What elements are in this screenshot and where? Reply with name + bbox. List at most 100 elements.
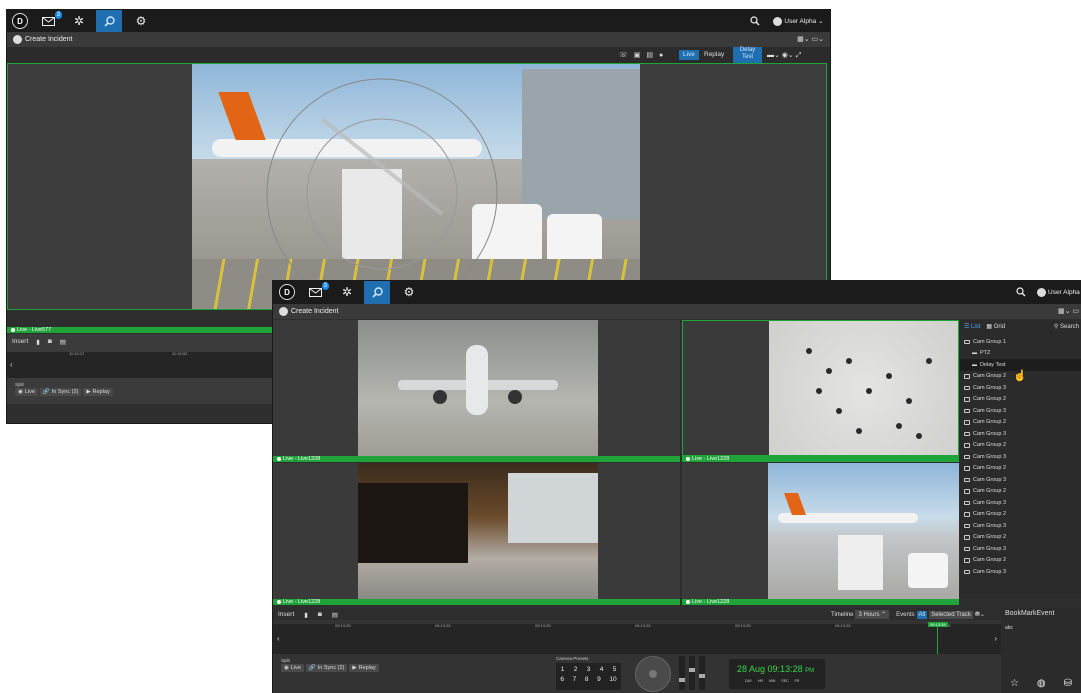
- incident-icon[interactable]: ◍: [1037, 678, 1046, 689]
- cam-group-item[interactable]: Cam Group 2: [960, 555, 1081, 567]
- camera-icon: ▬: [972, 361, 977, 368]
- cam-group-item[interactable]: Cam Group 3: [960, 382, 1081, 394]
- joystick-knob[interactable]: [649, 670, 657, 678]
- preset-button[interactable]: 1: [561, 666, 565, 673]
- focus-slider[interactable]: [689, 656, 695, 690]
- create-incident-button[interactable]: Create Incident: [13, 35, 72, 44]
- bookmark-icon[interactable]: ▮: [304, 611, 308, 619]
- timeline-prev-icon[interactable]: ‹: [10, 360, 13, 369]
- preset-button[interactable]: 10: [609, 676, 616, 683]
- cam-group-item[interactable]: Cam Group 2: [960, 417, 1081, 429]
- preset-button[interactable]: 5: [613, 666, 617, 673]
- video-tile-1[interactable]: [273, 320, 680, 456]
- preset-button[interactable]: 7: [573, 676, 577, 683]
- cam-group-item[interactable]: Cam Group 3: [960, 405, 1081, 417]
- live-tab[interactable]: Live: [679, 50, 699, 60]
- replay-toggle[interactable]: ▶ Replay: [349, 664, 379, 672]
- create-incident-button[interactable]: Create Incident: [279, 307, 338, 316]
- list-tab[interactable]: ☰ List: [964, 323, 980, 330]
- cam-group-item[interactable]: Cam Group 2: [960, 440, 1081, 452]
- search-tab-icon[interactable]: [96, 10, 122, 32]
- cam-group-item[interactable]: Cam Group 3: [960, 497, 1081, 509]
- folder-icon: [964, 535, 970, 540]
- track-menu-icon[interactable]: ⛃⌄: [975, 611, 985, 618]
- ptz-joystick[interactable]: [635, 656, 671, 692]
- cam-group-item[interactable]: Cam Group 1: [960, 336, 1081, 348]
- timeline-track[interactable]: ‹ 11:10:17 11:15:02: [7, 351, 273, 378]
- cam-group-item[interactable]: Cam Group 2: [960, 394, 1081, 406]
- zoom-slider[interactable]: [679, 656, 685, 690]
- timeline-prev-icon[interactable]: ‹: [277, 634, 280, 643]
- in-sync-toggle[interactable]: 🔗 In Sync (2): [39, 388, 82, 396]
- gears-icon[interactable]: ⚙: [133, 13, 149, 29]
- camera-icon[interactable]: ◙: [318, 611, 322, 619]
- live-toggle[interactable]: ◉ Live: [281, 664, 304, 672]
- export-icon[interactable]: ▤: [60, 338, 66, 346]
- database-icon[interactable]: ⛁: [1064, 678, 1072, 689]
- preset-button[interactable]: 8: [585, 676, 589, 683]
- replay-toggle[interactable]: ▶ Replay: [83, 388, 113, 396]
- timeline-next-icon[interactable]: ›: [994, 634, 997, 643]
- iris-slider[interactable]: [699, 656, 705, 690]
- network-icon[interactable]: ✲: [71, 13, 87, 29]
- user-avatar-icon: [1037, 287, 1046, 297]
- tile-actions[interactable]: ☏▣▤●: [619, 51, 669, 59]
- search-icon[interactable]: [1014, 284, 1028, 300]
- folder-icon: [964, 408, 970, 413]
- gears-icon[interactable]: ⚙: [401, 284, 417, 300]
- camera-item[interactable]: ▬ PTZ: [960, 348, 1081, 360]
- timeline-range-select[interactable]: 3 Hours ⌃: [855, 610, 890, 619]
- bookmark-icon[interactable]: ▮: [36, 338, 40, 346]
- view-options[interactable]: ▬⌄ ◉⌄ ⤢: [767, 51, 801, 60]
- cam-group-item[interactable]: Cam Group 2: [960, 509, 1081, 521]
- events-all-button[interactable]: All: [916, 610, 928, 619]
- delay-test-tab[interactable]: Delay Test: [733, 47, 762, 63]
- cam-group-item[interactable]: Cam Group 3: [960, 428, 1081, 440]
- cam-group-item[interactable]: Cam Group 3: [960, 451, 1081, 463]
- folder-icon: [964, 512, 970, 517]
- export-icon[interactable]: ▤: [332, 611, 338, 619]
- app-logo[interactable]: D: [12, 13, 28, 29]
- in-sync-toggle[interactable]: 🔗 In Sync (2): [305, 664, 348, 672]
- playhead[interactable]: [937, 624, 938, 654]
- insert-button[interactable]: Insert: [12, 338, 28, 346]
- main-video-area[interactable]: [7, 63, 827, 310]
- panel-search[interactable]: ⚲ Search: [1054, 323, 1079, 330]
- preset-button[interactable]: 4: [600, 666, 604, 673]
- preset-button[interactable]: 2: [574, 666, 578, 673]
- video-tile-2[interactable]: [682, 320, 959, 456]
- cam-group-item[interactable]: Cam Group 3: [960, 520, 1081, 532]
- search-tab-icon[interactable]: [364, 281, 390, 304]
- layout-controls[interactable]: ▦⌄ ▭⌄: [797, 35, 824, 43]
- video-tile-4[interactable]: [682, 463, 959, 599]
- star-icon[interactable]: ☆: [1010, 678, 1019, 689]
- camera-icon[interactable]: ◙: [48, 338, 52, 346]
- search-icon[interactable]: [748, 13, 762, 29]
- item-label: Cam Group 2: [973, 511, 1007, 518]
- cam-group-item[interactable]: Cam Group 2: [960, 463, 1081, 475]
- layout-controls[interactable]: ▦⌄ ▭: [1058, 307, 1079, 315]
- selected-track-button[interactable]: Selected Track: [929, 610, 973, 619]
- cam-group-item[interactable]: Cam Group 3: [960, 566, 1081, 578]
- cam-group-item[interactable]: Cam Group 3: [960, 543, 1081, 555]
- cam-group-item[interactable]: Cam Group 2: [960, 532, 1081, 544]
- network-icon[interactable]: ✲: [339, 284, 355, 300]
- cam-group-item[interactable]: Cam Group 3: [960, 474, 1081, 486]
- user-menu[interactable]: User Alpha: [1037, 284, 1081, 300]
- app-logo[interactable]: D: [279, 284, 295, 300]
- video-tile-3[interactable]: [273, 463, 680, 599]
- folder-icon: [964, 500, 970, 505]
- replay-tab[interactable]: Replay: [701, 50, 727, 60]
- insert-button[interactable]: Insert: [278, 611, 294, 619]
- item-label: Cam Group 3: [973, 407, 1007, 414]
- preset-button[interactable]: 3: [587, 666, 591, 673]
- messages-icon[interactable]: 3: [40, 11, 62, 29]
- live-toggle[interactable]: ◉ Live: [15, 388, 38, 396]
- messages-icon[interactable]: 3: [307, 282, 329, 300]
- user-menu[interactable]: User Alpha ⌄: [771, 13, 826, 29]
- preset-button[interactable]: 9: [597, 676, 601, 683]
- grid-tab[interactable]: ▦ Grid: [986, 323, 1005, 330]
- cam-group-item[interactable]: Cam Group 2: [960, 486, 1081, 498]
- timeline-track[interactable]: ‹ › 09:13:25 09:13:25 09:13:25 09:13:25 09:1…: [273, 622, 1001, 654]
- preset-button[interactable]: 6: [560, 676, 564, 683]
